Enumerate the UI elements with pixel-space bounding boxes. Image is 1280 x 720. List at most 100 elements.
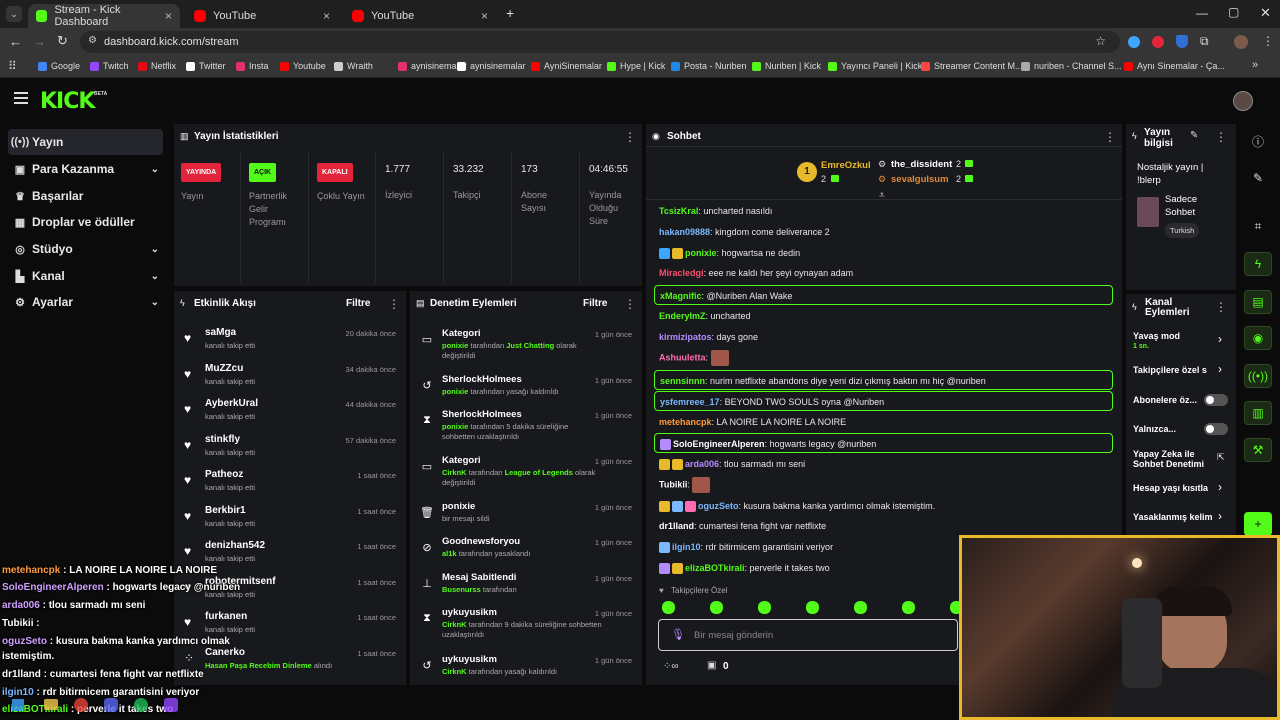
reload-icon[interactable]: ↻ (57, 33, 68, 49)
close-window-icon[interactable]: ✕ (1260, 5, 1271, 21)
event-username[interactable]: furkanen (205, 611, 247, 622)
event-username[interactable]: Canerko (205, 647, 245, 658)
channel-actions-menu-icon[interactable]: ⋮ (1215, 300, 1227, 314)
bookmark-item[interactable]: AyniSinemalar (531, 61, 602, 71)
bookmark-item[interactable]: Streamer Content M... (921, 61, 1023, 71)
url-bar[interactable]: ⚙ dashboard.kick.com/stream ☆ (80, 31, 1120, 53)
emote-icon[interactable] (854, 601, 867, 614)
emotes-only-action[interactable]: Yalnızca... (1133, 424, 1176, 434)
close-icon[interactable]: × (165, 9, 172, 23)
maximize-icon[interactable]: ▢ (1228, 5, 1239, 19)
chat-username[interactable]: arda006 (685, 459, 719, 469)
top-gifter-name[interactable]: sevalgulsum (891, 174, 949, 185)
emotes-only-toggle[interactable] (1204, 423, 1228, 435)
new-tab-button[interactable]: + (506, 5, 514, 21)
user-avatar[interactable] (1233, 91, 1253, 111)
profile-avatar[interactable] (1234, 35, 1248, 49)
menu-icon[interactable]: ⋮ (1262, 34, 1274, 48)
emote-icon[interactable] (758, 601, 771, 614)
site-info-icon[interactable]: ⚙ (88, 35, 97, 46)
chat-message[interactable]: metehancpk: LA NOIRE LA NOIRE LA NOIRE (659, 417, 846, 427)
event-username[interactable]: denizhan542 (205, 540, 265, 551)
chat-message[interactable]: SoloEngineerAlperen: hogwarts legacy @nu… (654, 433, 1113, 453)
chat-username[interactable]: ponixie (685, 248, 717, 258)
bookmark-item[interactable]: Aynı Sinemalar - Ça... (1124, 61, 1225, 71)
moderation-subject[interactable]: SherlockHolmees (442, 374, 522, 385)
chat-username[interactable]: xMagnific (660, 291, 702, 301)
event-item[interactable]: ♥ Berkbir1 kanalı takip etti 1 saat önce (180, 503, 400, 537)
moderation-subject[interactable]: SherlockHolmees (442, 409, 522, 420)
chat-username[interactable]: oguzSeto (698, 501, 739, 511)
moderation-subject[interactable]: Kategori (442, 328, 481, 339)
points-icon[interactable]: ⁘∞ (663, 661, 679, 672)
tab-kick-dashboard[interactable]: Stream - Kick Dashboard × (28, 4, 180, 28)
app-icon[interactable] (164, 698, 178, 712)
chat-message[interactable]: ilgin10: rdr bitirmicem garantisini veri… (659, 542, 833, 554)
sidebar-item-droplar[interactable]: ▦ Droplar ve ödüller (8, 209, 163, 235)
bookmark-item[interactable]: Youtube (280, 61, 326, 71)
bookmark-item[interactable]: Yayıncı Paneli | Kick (828, 61, 922, 71)
emote-icon[interactable] (902, 601, 915, 614)
moderation-item[interactable]: ▭ Kategori ponixie tarafından Just Chattin… (416, 327, 636, 371)
stats-icon[interactable]: ▥ (1244, 401, 1272, 425)
ai-moderation-action[interactable]: Yapay Zeka ile Sohbet Denetimi (1133, 449, 1211, 469)
quick-actions-icon[interactable]: ϟ (1244, 252, 1272, 276)
chat-message[interactable]: elizaBOTkirali: perverle it takes two (659, 563, 830, 575)
kick-logo[interactable]: KICK (40, 89, 95, 114)
top-gifter-name[interactable]: EmreOzkul (821, 160, 871, 171)
chat-message[interactable]: ponixie: hogwartsa ne dedin (659, 248, 800, 260)
account-age-action[interactable]: Hesap yaşı kısıtla (1133, 483, 1215, 493)
forward-icon[interactable]: → (33, 34, 46, 49)
event-username[interactable]: saMga (205, 327, 236, 338)
event-username[interactable]: Berkbir1 (205, 505, 246, 516)
category-name[interactable]: Just Chatting (506, 341, 554, 350)
chat-menu-icon[interactable]: ⋮ (1104, 130, 1116, 144)
chat-message[interactable]: xMagnific: @Nuriben Alan Wake (654, 285, 1113, 305)
chat-username[interactable]: dr1lland (659, 521, 694, 531)
wrench-icon[interactable]: ⚒ (1244, 438, 1272, 462)
all-bookmarks-icon[interactable]: » (1252, 59, 1258, 71)
bookmark-item[interactable]: Twitter (186, 61, 226, 71)
chat-message[interactable]: EnderyImZ: uncharted (659, 311, 751, 321)
moderation-subject[interactable]: ponixie (442, 501, 475, 512)
chat-message[interactable]: oguzSeto: kusura bakma kanka yardımcı ol… (659, 501, 935, 513)
sidebar-item-para-kazanma[interactable]: ▣ Para Kazanma ⌄ (8, 156, 163, 182)
emote-icon[interactable] (662, 601, 675, 614)
sidebar-item-studyo[interactable]: ◎ Stüdyo ⌄ (8, 236, 163, 262)
extension-icon[interactable] (1152, 36, 1164, 48)
chat-username[interactable]: ilgin10 (672, 542, 701, 552)
chat-username[interactable]: SoloEngineerAlperen (673, 439, 765, 449)
folder-icon[interactable] (44, 699, 58, 710)
moderation-subject[interactable]: Kategori (442, 455, 481, 466)
event-item[interactable]: ♥ MuZZcu kanalı takip etti 34 dakika önce (180, 361, 400, 395)
chat-username[interactable]: EnderyImZ (659, 311, 706, 321)
apps-icon[interactable]: ⠿ (8, 59, 17, 73)
chat-message[interactable]: hakan09888: kingdom come deliverance 2 (659, 227, 830, 237)
bookmark-item[interactable]: aynisinemalar (457, 61, 526, 71)
chat-username[interactable]: TcsizKral (659, 206, 698, 216)
moderation-item[interactable]: ↺ uykuyusikm CirknK tarafından yasağı kald… (416, 653, 636, 697)
discord-icon[interactable] (104, 698, 118, 712)
chat-message[interactable]: Tubikii: (659, 477, 711, 493)
bookmark-star-icon[interactable]: ☆ (1095, 34, 1106, 48)
events-menu-icon[interactable]: ⋮ (388, 297, 400, 311)
moderation-subject[interactable]: uykuyusikm (442, 654, 497, 665)
bookmark-item[interactable]: Nuriben | Kick (752, 61, 821, 71)
chat-username[interactable]: metehancpk (659, 417, 712, 427)
stream-info-menu-icon[interactable]: ⋮ (1215, 130, 1227, 144)
sidebar-item-basarilar[interactable]: ♛ Başarılar (8, 183, 163, 209)
event-item[interactable]: ♥ saMga kanalı takip etti 20 dakika önce (180, 325, 400, 359)
moderation-filter-button[interactable]: Filtre (583, 298, 607, 309)
edit-pencil-icon[interactable]: ✎ (1190, 130, 1198, 141)
followers-only-action[interactable]: Takipçilere özel s (1133, 365, 1213, 375)
event-item[interactable]: ♥ AyberkUral kanalı takip etti 44 dakika ön… (180, 396, 400, 430)
chat-username[interactable]: sennsinnn (660, 376, 705, 386)
sidebar-item-yayin[interactable]: ((•)) Yayın (8, 129, 163, 155)
chat-username[interactable]: kirmizipatos (659, 332, 712, 342)
chat-message[interactable]: ysfemreee_17: BEYOND TWO SOULS oyna @Nur… (654, 391, 1113, 411)
bookmark-item[interactable]: nuriben - Channel S... (1021, 61, 1122, 71)
event-item[interactable]: ⁘ Canerko Hasan Paşa Recebim Dinleme alınd… (180, 645, 400, 679)
chevron-right-icon[interactable]: › (1218, 480, 1222, 494)
chat-message[interactable]: dr1lland: cumartesi fena fight var netfl… (659, 521, 826, 531)
minimize-icon[interactable]: — (1196, 6, 1208, 20)
